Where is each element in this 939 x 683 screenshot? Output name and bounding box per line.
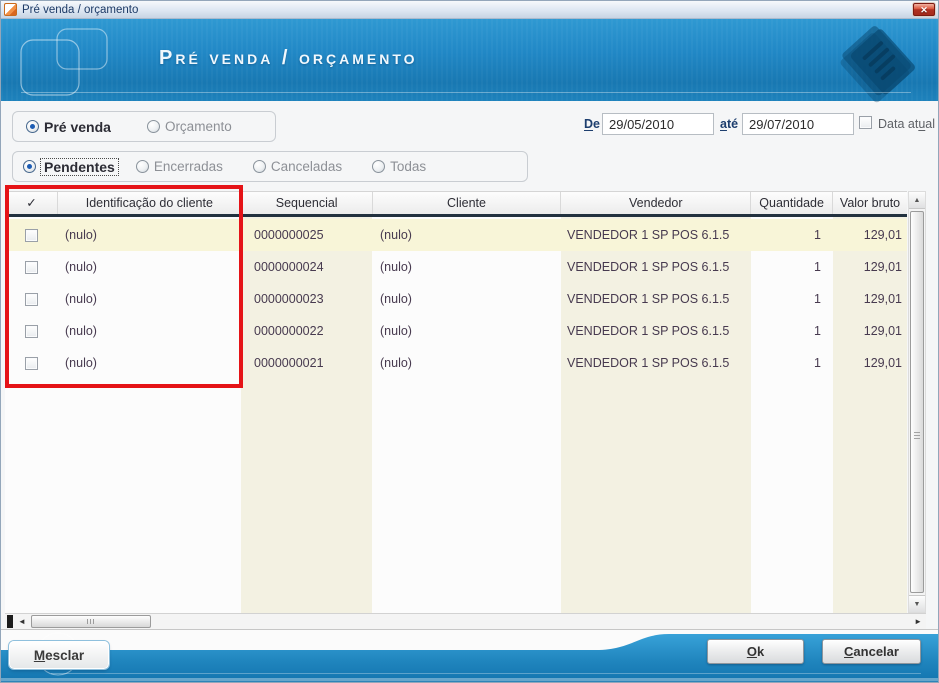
radio-pre-venda[interactable]: Pré venda (26, 119, 111, 135)
app-icon (4, 3, 17, 16)
horizontal-scrollbar[interactable]: ◄ ► (5, 613, 926, 629)
cell-vendedor: VENDEDOR 1 SP POS 6.1.5 (567, 324, 730, 338)
row-checkbox[interactable] (24, 356, 38, 370)
cell-sequencial: 0000000023 (254, 292, 324, 306)
cell-cliente: (nulo) (380, 324, 412, 338)
scroll-left-icon[interactable]: ◄ (18, 614, 26, 629)
cell-sequencial: 0000000021 (254, 356, 324, 370)
radio-encerradas[interactable]: Encerradas (135, 159, 223, 174)
radio-label: Pendentes (40, 157, 119, 176)
radio-selected-icon (26, 120, 39, 133)
type-filter-group: Pré venda Orçamento (12, 111, 276, 142)
column-header-vendedor[interactable]: Vendedor (561, 192, 752, 214)
radio-unselected-icon (252, 160, 266, 173)
date-from-input[interactable] (602, 113, 714, 135)
close-icon: ✕ (920, 4, 928, 15)
cell-identificacao: (nulo) (65, 260, 97, 274)
radio-unselected-icon (146, 120, 160, 133)
logo-icon (20, 28, 108, 96)
status-filter-group: Pendentes Encerradas Canceladas Todas (12, 151, 528, 182)
splitter-handle[interactable] (7, 615, 13, 628)
column-header-valor-bruto[interactable]: Valor bruto (833, 192, 907, 214)
cell-vendedor: VENDEDOR 1 SP POS 6.1.5 (567, 260, 730, 274)
radio-label: Encerradas (153, 159, 223, 174)
cell-cliente: (nulo) (380, 292, 412, 306)
column-header-cliente[interactable]: Cliente (373, 192, 562, 214)
row-checkbox[interactable] (24, 324, 38, 338)
cell-vendedor: VENDEDOR 1 SP POS 6.1.5 (567, 356, 730, 370)
cell-identificacao: (nulo) (65, 228, 97, 242)
ok-button[interactable]: Ok (707, 639, 804, 664)
column-header-check[interactable]: ✓ (6, 192, 58, 214)
cell-quantidade: 1 (814, 228, 821, 242)
row-checkbox[interactable] (24, 292, 38, 306)
grid-header: ✓ Identificação do cliente Sequencial Cl… (5, 191, 907, 217)
data-atual-label[interactable]: Data atual (878, 117, 935, 131)
radio-label: Orçamento (164, 119, 232, 134)
cell-valor-bruto: 129,01 (863, 292, 902, 306)
radio-canceladas[interactable]: Canceladas (252, 159, 343, 174)
cell-quantidade: 1 (814, 356, 821, 370)
row-checkbox[interactable] (24, 228, 38, 242)
documents-icon (840, 26, 915, 103)
data-atual-checkbox[interactable] (859, 116, 872, 129)
page-title: Pré venda / orçamento (159, 47, 418, 69)
table-row[interactable]: (nulo) 0000000021 (nulo) VENDEDOR 1 SP P… (5, 347, 907, 379)
cell-quantidade: 1 (814, 260, 821, 274)
cell-identificacao: (nulo) (65, 356, 97, 370)
cell-identificacao: (nulo) (65, 324, 97, 338)
table-row[interactable]: (nulo) 0000000024 (nulo) VENDEDOR 1 SP P… (5, 251, 907, 283)
cell-cliente: (nulo) (380, 260, 412, 274)
close-button[interactable]: ✕ (913, 3, 935, 16)
date-to-label: até (720, 117, 739, 131)
cell-sequencial: 0000000025 (254, 228, 324, 242)
radio-todas[interactable]: Todas (372, 159, 426, 174)
cell-valor-bruto: 129,01 (863, 260, 902, 274)
row-checkbox[interactable] (24, 260, 38, 274)
pre-venda-window: Pré venda / orçamento ✕ Pré venda / orça… (0, 0, 939, 683)
titlebar[interactable]: Pré venda / orçamento ✕ (1, 1, 938, 19)
cell-vendedor: VENDEDOR 1 SP POS 6.1.5 (567, 292, 730, 306)
cell-valor-bruto: 129,01 (863, 356, 902, 370)
table-row[interactable]: (nulo) 0000000023 (nulo) VENDEDOR 1 SP P… (5, 283, 907, 315)
scroll-down-icon[interactable]: ▼ (909, 595, 925, 612)
mesclar-button[interactable]: Mesclar (9, 641, 109, 669)
radio-selected-icon (23, 160, 36, 173)
table-row[interactable]: (nulo) 0000000022 (nulo) VENDEDOR 1 SP P… (5, 315, 907, 347)
cell-valor-bruto: 129,01 (863, 228, 902, 242)
scroll-right-icon[interactable]: ► (914, 614, 922, 629)
cell-cliente: (nulo) (380, 356, 412, 370)
cell-cliente: (nulo) (380, 228, 412, 242)
cell-sequencial: 0000000022 (254, 324, 324, 338)
radio-label: Pré venda (44, 118, 111, 135)
radio-pendentes[interactable]: Pendentes (23, 157, 119, 176)
vertical-scrollbar-thumb[interactable] (910, 211, 924, 593)
column-header-quantidade[interactable]: Quantidade (751, 192, 834, 214)
cell-quantidade: 1 (814, 292, 821, 306)
window-title: Pré venda / orçamento (22, 3, 139, 16)
horizontal-scrollbar-thumb[interactable] (31, 615, 151, 628)
header-banner: Pré venda / orçamento (1, 19, 938, 103)
radio-orcamento[interactable]: Orçamento (146, 119, 232, 134)
cell-quantidade: 1 (814, 324, 821, 338)
vertical-scrollbar[interactable]: ▲ ▼ (908, 191, 926, 613)
radio-label: Canceladas (270, 159, 343, 174)
cell-identificacao: (nulo) (65, 292, 97, 306)
cell-valor-bruto: 129,01 (863, 324, 902, 338)
scroll-up-icon[interactable]: ▲ (909, 192, 925, 209)
grid-body: (nulo) 0000000025 (nulo) VENDEDOR 1 SP P… (5, 217, 907, 613)
radio-label: Todas (390, 159, 427, 174)
table-row[interactable]: (nulo) 0000000025 (nulo) VENDEDOR 1 SP P… (5, 219, 907, 251)
cell-sequencial: 0000000024 (254, 260, 324, 274)
cell-vendedor: VENDEDOR 1 SP POS 6.1.5 (567, 228, 730, 242)
radio-unselected-icon (372, 160, 386, 173)
radio-unselected-icon (135, 160, 149, 173)
date-to-input[interactable] (742, 113, 854, 135)
column-header-sequencial[interactable]: Sequencial (242, 192, 373, 214)
column-header-identificacao[interactable]: Identificação do cliente (58, 192, 242, 214)
cancelar-button[interactable]: Cancelar (822, 639, 921, 664)
header-divider (21, 92, 911, 93)
date-from-label: De (584, 117, 600, 131)
